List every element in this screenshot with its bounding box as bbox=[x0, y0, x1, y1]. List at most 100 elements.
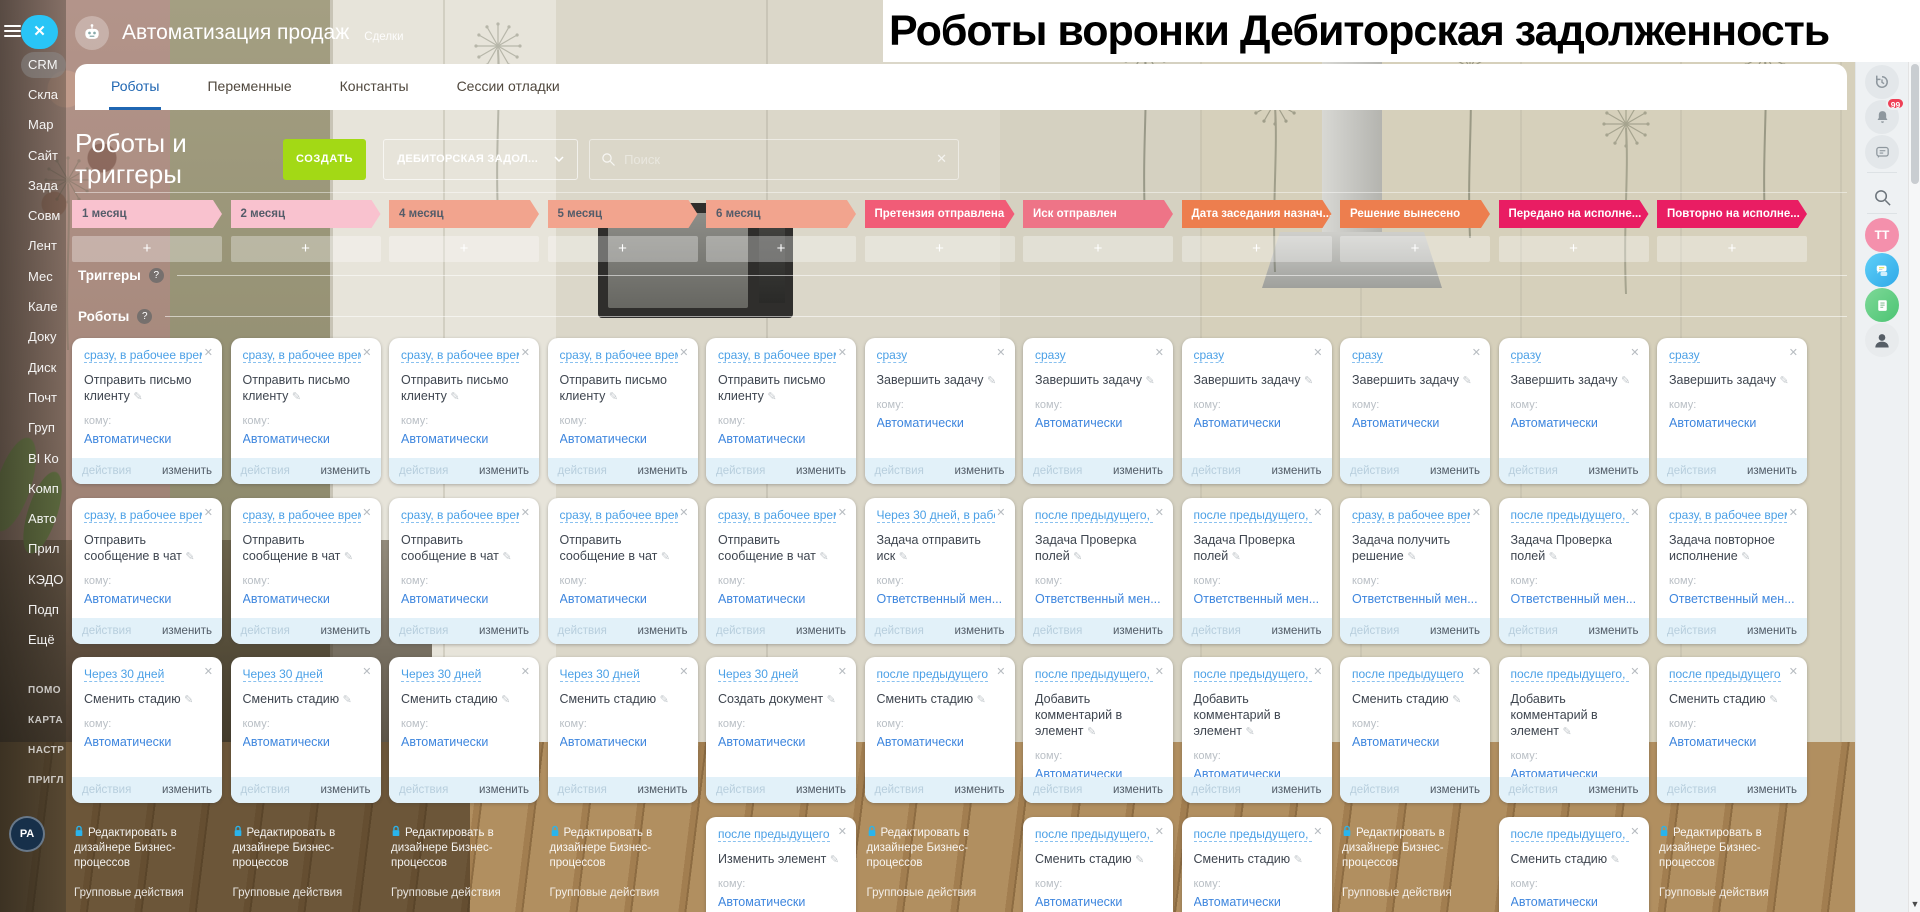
add-robot-button[interactable]: + bbox=[230, 236, 381, 262]
robot-trigger-link[interactable]: после предыдущего, п... bbox=[1510, 508, 1629, 523]
robot-card[interactable]: ✕сразу, в рабочее врем... Задача получить… bbox=[1340, 497, 1490, 644]
close-icon[interactable]: ✕ bbox=[521, 346, 530, 359]
edit-link[interactable]: изменить bbox=[1113, 458, 1163, 484]
actions-link[interactable]: действия bbox=[875, 618, 924, 644]
edit-pencil-icon[interactable]: ✎ bbox=[1549, 551, 1558, 563]
actions-link[interactable]: действия bbox=[716, 618, 765, 644]
actions-link[interactable]: действия bbox=[1033, 458, 1082, 484]
entity-label[interactable]: Сделки bbox=[364, 24, 403, 43]
edit-pencil-icon[interactable]: ✎ bbox=[1611, 854, 1620, 866]
robot-card[interactable]: ✕после предыдущего, п... Добавить коммент… bbox=[1181, 657, 1332, 803]
robot-card[interactable]: ✕после предыдущего, п... Добавить коммент… bbox=[1498, 657, 1649, 803]
sidebar-item-доку[interactable]: Доку bbox=[0, 322, 66, 352]
actions-link[interactable]: действия bbox=[1667, 777, 1716, 803]
close-icon[interactable]: ✕ bbox=[838, 825, 847, 838]
robot-recipient-link[interactable]: Автоматически bbox=[1194, 416, 1320, 430]
edit-link[interactable]: изменить bbox=[796, 458, 846, 484]
edit-link[interactable]: изменить bbox=[1747, 458, 1797, 484]
edit-link[interactable]: изменить bbox=[954, 618, 1004, 644]
scrollbar-thumb[interactable] bbox=[1911, 64, 1919, 184]
robot-recipient-link[interactable]: Автоматически bbox=[718, 895, 844, 909]
robot-card[interactable]: ✕ Через 30 дней Создать документ ✎ кому: Авт… bbox=[706, 657, 856, 803]
robot-recipient-link[interactable]: Автоматически bbox=[1669, 735, 1795, 749]
stage-chip-5[interactable]: 6 месяц bbox=[706, 200, 856, 228]
help-icon[interactable]: ? bbox=[137, 309, 153, 324]
group-actions-link[interactable]: Групповые действия bbox=[867, 887, 1013, 899]
edit-link[interactable]: изменить bbox=[1430, 458, 1480, 484]
search-panel-icon[interactable] bbox=[1865, 180, 1899, 214]
edit-pencil-icon[interactable]: ✎ bbox=[1563, 726, 1572, 738]
edit-link[interactable]: изменить bbox=[1113, 777, 1163, 803]
robot-trigger-link[interactable]: Через 30 дней bbox=[559, 667, 640, 682]
robot-trigger-link[interactable]: после предыдущего, п... bbox=[1510, 667, 1629, 682]
robot-recipient-link[interactable]: Автоматически bbox=[877, 735, 1003, 749]
robot-recipient-link[interactable]: Автоматически bbox=[560, 432, 686, 446]
close-icon[interactable]: ✕ bbox=[838, 665, 847, 678]
edit-pencil-icon[interactable]: ✎ bbox=[1407, 551, 1416, 563]
sidebar-item-комп[interactable]: Комп bbox=[0, 474, 66, 504]
robot-card[interactable]: ✕ сразу, в рабочее время Отправить сообщен… bbox=[230, 497, 381, 644]
robot-card[interactable]: ✕ сразу Завершить задачу ✎ кому: Автоматичес… bbox=[1181, 338, 1332, 484]
robot-trigger-link[interactable]: Через 30 дней bbox=[242, 667, 323, 682]
clear-search-icon[interactable]: ✕ bbox=[936, 151, 947, 167]
edit-pencil-icon[interactable]: ✎ bbox=[1294, 854, 1303, 866]
close-icon[interactable]: ✕ bbox=[362, 665, 371, 678]
sidebar-item-авто[interactable]: Авто bbox=[0, 504, 66, 534]
robot-recipient-link[interactable]: Автоматически bbox=[718, 735, 844, 749]
robot-recipient-link[interactable]: Автоматически bbox=[1035, 416, 1161, 430]
group-actions-link[interactable]: Групповые действия bbox=[391, 887, 537, 899]
actions-link[interactable]: действия bbox=[1509, 458, 1558, 484]
edit-pencil-icon[interactable]: ✎ bbox=[502, 551, 511, 563]
stage-chip-9[interactable]: Решение вынесено bbox=[1340, 200, 1490, 228]
designer-link[interactable]: Редактировать в дизайнере Бизнес-процесс… bbox=[233, 825, 379, 871]
actions-link[interactable]: действия bbox=[399, 777, 448, 803]
robot-recipient-link[interactable]: Автоматически bbox=[84, 735, 210, 749]
robot-recipient-link[interactable]: Автоматически bbox=[401, 432, 527, 446]
edit-link[interactable]: изменить bbox=[1113, 618, 1163, 644]
designer-link[interactable]: Редактировать в дизайнере Бизнес-процесс… bbox=[1342, 825, 1488, 871]
sidebar-item-почт[interactable]: Почт bbox=[0, 383, 66, 413]
close-icon[interactable]: ✕ bbox=[996, 506, 1005, 519]
edit-pencil-icon[interactable]: ✎ bbox=[1621, 375, 1630, 387]
stage-chip-3[interactable]: 4 месяц bbox=[389, 200, 539, 228]
sidebar-item-лент[interactable]: Лент bbox=[0, 231, 66, 261]
close-icon[interactable]: ✕ bbox=[1155, 665, 1164, 678]
edit-link[interactable]: изменить bbox=[1430, 618, 1480, 644]
add-robot-button[interactable]: + bbox=[1181, 236, 1332, 262]
robot-card[interactable]: ✕после предыдущего, п... Сменить стадию ✎… bbox=[1498, 816, 1649, 912]
close-icon[interactable]: ✕ bbox=[204, 506, 213, 519]
robot-card[interactable]: ✕ сразу, в рабочее время Отправить сообщен… bbox=[547, 497, 698, 644]
robot-trigger-link[interactable]: сразу, в рабочее время bbox=[559, 348, 678, 363]
close-icon[interactable]: ✕ bbox=[1155, 346, 1164, 359]
robot-card[interactable]: ✕ сразу Завершить задачу ✎ кому: Автоматичес… bbox=[1657, 338, 1807, 484]
robot-recipient-link[interactable]: Автоматически bbox=[560, 592, 686, 606]
actions-link[interactable]: действия bbox=[1192, 458, 1241, 484]
robot-recipient-link[interactable]: Автоматически bbox=[1194, 895, 1320, 909]
scroll-down-arrow[interactable]: ▼ bbox=[1909, 896, 1920, 912]
sidebar-item-мар[interactable]: Мар bbox=[0, 110, 66, 140]
robot-recipient-link[interactable]: Ответственный мен... bbox=[1669, 592, 1795, 606]
edit-link[interactable]: изменить bbox=[320, 458, 370, 484]
robot-recipient-link[interactable]: Ответственный мен... bbox=[1352, 592, 1478, 606]
actions-link[interactable]: действия bbox=[558, 618, 607, 644]
edit-link[interactable]: изменить bbox=[1588, 777, 1638, 803]
robot-trigger-link[interactable]: после предыдущего, п... bbox=[1193, 667, 1312, 682]
robot-card[interactable]: ✕ сразу Завершить задачу ✎ кому: Автоматичес… bbox=[1340, 338, 1490, 484]
actions-link[interactable]: действия bbox=[875, 458, 924, 484]
robot-trigger-link[interactable]: сразу, в рабочее время bbox=[559, 508, 678, 523]
edit-pencil-icon[interactable]: ✎ bbox=[1073, 551, 1082, 563]
robot-trigger-link[interactable]: сразу, в рабочее время bbox=[401, 508, 519, 523]
edit-link[interactable]: изменить bbox=[637, 618, 687, 644]
sidebar-footer-пригл[interactable]: ПРИГЛ bbox=[0, 766, 66, 796]
robot-trigger-link[interactable]: после предыдущего bbox=[1352, 667, 1464, 682]
robot-trigger-link[interactable]: после предыдущего, п... bbox=[1035, 508, 1153, 523]
close-icon[interactable]: ✕ bbox=[1155, 506, 1164, 519]
close-icon[interactable]: ✕ bbox=[1630, 346, 1639, 359]
funnel-selector[interactable]: ДЕБИТОРСКАЯ ЗАДОЛ... bbox=[383, 138, 579, 180]
tab-роботы[interactable]: Роботы bbox=[87, 64, 183, 110]
edit-pencil-icon[interactable]: ✎ bbox=[661, 551, 670, 563]
robot-card[interactable]: ✕ сразу, в рабочее время Отправить сообщен… bbox=[706, 497, 856, 644]
edit-pencil-icon[interactable]: ✎ bbox=[1452, 694, 1461, 706]
edit-pencil-icon[interactable]: ✎ bbox=[344, 551, 353, 563]
robot-recipient-link[interactable]: Ответственный мен... bbox=[1035, 592, 1161, 606]
